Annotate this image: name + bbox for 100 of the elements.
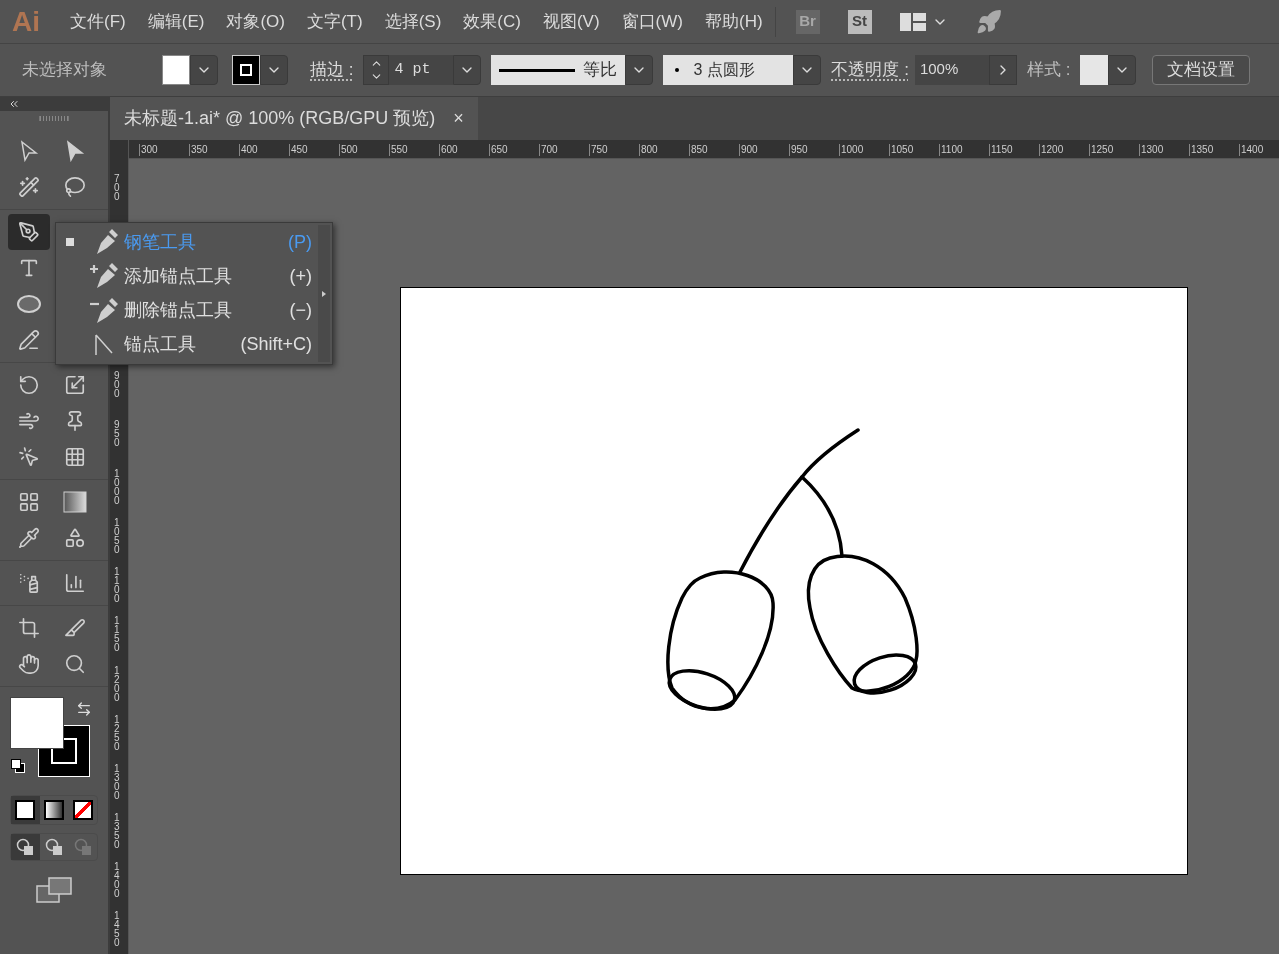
app-logo: Ai (12, 4, 41, 39)
ruler-label: 1000 (114, 468, 120, 505)
color-mode-button[interactable] (11, 796, 40, 824)
graph-tool-icon (64, 572, 86, 594)
pen-plus-icon (89, 263, 119, 290)
flyout-item[interactable]: 删除锚点工具 (−) (56, 293, 318, 328)
stroke-weight-field[interactable]: 4 pt (389, 55, 454, 85)
fill-dropdown[interactable] (190, 55, 218, 85)
ruler-label: 350 (189, 144, 208, 156)
slice-tool-icon (64, 617, 86, 639)
menu-item[interactable]: 视图(V) (542, 8, 600, 35)
eyedropper-tool-icon (18, 527, 40, 549)
brush-dropdown[interactable]: 3 点圆形 (663, 55, 794, 85)
ruler-label: 900 (114, 370, 120, 398)
ruler-label: 1150 (989, 144, 1013, 156)
stroke-dropdown[interactable] (260, 55, 288, 85)
lasso-tool-icon (64, 176, 86, 198)
menu-item[interactable]: 对象(O) (226, 8, 285, 35)
profile-caret[interactable] (625, 55, 654, 85)
anchor-point-icon (92, 332, 116, 357)
ruler-label: 850 (689, 144, 708, 156)
perspective-tool-icon (64, 446, 86, 468)
ruler-label: 1050 (889, 144, 914, 156)
stroke-swatch[interactable] (232, 55, 260, 85)
app-launch-button[interactable]: St (847, 9, 872, 34)
swap-icon[interactable] (76, 701, 92, 717)
collapse-icon[interactable] (8, 98, 20, 110)
document-setup-button[interactable]: 文档设置 (1152, 55, 1251, 85)
ruler-label: 650 (489, 144, 508, 156)
direct-selection-icon (19, 140, 39, 162)
stepper[interactable] (363, 55, 390, 85)
document-tab[interactable]: 未标题-1.ai* @ 100% (RGB/GPU 预览) × (110, 97, 478, 140)
mesh-tool-icon (18, 491, 40, 513)
flyout-item[interactable]: 锚点工具 (Shift+C) (56, 327, 318, 362)
ruler-label: 450 (289, 144, 308, 156)
opacity-slider-button[interactable] (988, 55, 1017, 85)
flyout-item[interactable]: 添加锚点工具 (+) (56, 259, 318, 294)
style-dropdown[interactable] (1108, 55, 1137, 85)
ruler-label: 1250 (1089, 144, 1114, 156)
ruler-label: 900 (739, 144, 758, 156)
ruler-label: 950 (789, 144, 808, 156)
menu-item[interactable]: 文件(F) (70, 8, 126, 35)
hand-tool-icon (18, 653, 40, 675)
ruler-label: 400 (239, 144, 258, 156)
selection-status: 未选择对象 (21, 59, 108, 82)
ruler-label: 1400 (1239, 144, 1264, 156)
menu-item[interactable]: 编辑(E) (147, 8, 205, 35)
ruler-label: 1250 (114, 714, 120, 751)
pen-minus-icon (89, 297, 119, 324)
tearoff-arrow-icon (322, 290, 326, 297)
pen-tool-icon (18, 221, 40, 243)
ruler-label: 700 (114, 174, 120, 201)
zoom-tool-icon (64, 653, 86, 675)
style-swatch[interactable] (1080, 55, 1109, 85)
menu-item[interactable]: 窗口(W) (621, 8, 683, 35)
menu-item[interactable]: 效果(C) (463, 8, 521, 35)
ruler-label: 1200 (114, 665, 120, 702)
close-tab[interactable]: × (453, 105, 464, 132)
ruler-label: 300 (139, 144, 158, 156)
ruler-label: 1450 (114, 911, 120, 948)
wand-tool-icon (18, 176, 40, 198)
ruler-label: 1100 (114, 567, 120, 604)
ruler-label: 600 (439, 144, 458, 156)
spray-tool-icon (18, 572, 40, 594)
opacity-field[interactable]: 100% (914, 55, 989, 85)
tool-button[interactable] (8, 214, 50, 250)
stroke-label[interactable]: 描边 : (310, 57, 354, 83)
ruler-label: 1300 (114, 763, 120, 800)
blend-tool-icon (64, 527, 86, 549)
opacity-label[interactable]: 不透明度 : (831, 57, 909, 83)
fill-stroke-swatches[interactable] (10, 697, 90, 777)
ruler-label: 1300 (1139, 144, 1164, 156)
ruler-label: 1350 (1189, 144, 1214, 156)
rocket-icon[interactable] (975, 8, 1002, 35)
menu-item[interactable]: 选择(S) (384, 8, 442, 35)
builder-tool-icon (18, 446, 40, 468)
stroke-weight-dropdown[interactable] (453, 55, 482, 85)
scale-tool-icon (64, 374, 86, 396)
workspace-layout-icon[interactable] (899, 12, 926, 31)
ruler-label: 1350 (114, 812, 120, 849)
default-colors-icon[interactable] (11, 759, 25, 773)
menu-item[interactable]: 文字(T) (306, 8, 363, 35)
fill-swatch[interactable] (162, 55, 190, 85)
ruler-label: 950 (114, 419, 120, 447)
shaper-tool-icon (18, 329, 40, 351)
selection-arrow-icon (65, 140, 85, 162)
ruler-label: 700 (539, 144, 558, 156)
ruler-label: 750 (589, 144, 608, 156)
profile-dropdown[interactable]: 等比 (491, 55, 626, 85)
draw-mode-button[interactable] (11, 834, 40, 860)
menu-item[interactable]: 帮助(H) (705, 8, 763, 35)
brush-caret[interactable] (793, 55, 822, 85)
ruler-label: 500 (339, 144, 358, 156)
screen-mode-icon[interactable] (36, 877, 72, 903)
style-label: 样式 : (1026, 59, 1071, 82)
gradient-icon (63, 491, 87, 513)
ellipse-icon (16, 294, 42, 314)
ruler-label: 1200 (1039, 144, 1064, 156)
ruler-label: 1050 (114, 518, 120, 555)
ruler-label: 1100 (939, 144, 963, 156)
